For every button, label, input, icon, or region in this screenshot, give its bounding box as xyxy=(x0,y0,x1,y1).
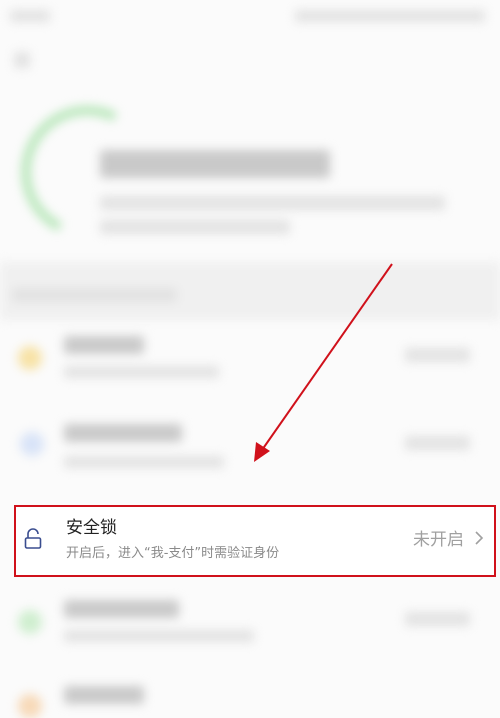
row-status-blur xyxy=(405,436,470,450)
row-sub-blur xyxy=(64,366,219,378)
row-title-blur xyxy=(64,336,144,354)
row-title-blur xyxy=(64,424,182,442)
row-status-blur xyxy=(405,612,470,626)
row-icon xyxy=(18,610,42,634)
header-desc-blur xyxy=(100,220,290,234)
blurred-background xyxy=(0,0,500,718)
security-lock-subtitle: 开启后，进入“我-支付”时需验证身份 xyxy=(66,546,280,561)
row-status-blur xyxy=(405,348,470,362)
header-desc-blur xyxy=(100,196,445,210)
chevron-right-icon xyxy=(475,531,484,545)
row-title-blur xyxy=(64,600,179,618)
status-bar-time xyxy=(10,10,50,22)
section-label-blur xyxy=(12,288,177,302)
row-title-blur xyxy=(64,686,144,704)
score-ring-icon xyxy=(21,106,118,232)
security-lock-row[interactable]: 安全锁 开启后，进入“我-支付”时需验证身份 未开启 xyxy=(14,505,496,577)
row-icon xyxy=(18,346,42,370)
row-icon xyxy=(20,432,44,456)
annotation-arrow xyxy=(254,263,393,462)
header-title-blur xyxy=(100,150,330,178)
security-lock-title: 安全锁 xyxy=(66,518,117,538)
security-lock-status: 未开启 xyxy=(413,530,464,550)
status-bar-icons xyxy=(295,10,485,22)
row-sub-blur xyxy=(64,456,224,468)
back-icon xyxy=(14,52,30,68)
lock-icon xyxy=(24,528,42,549)
section-band xyxy=(0,262,500,320)
row-icon xyxy=(18,694,42,718)
row-sub-blur xyxy=(64,630,254,642)
